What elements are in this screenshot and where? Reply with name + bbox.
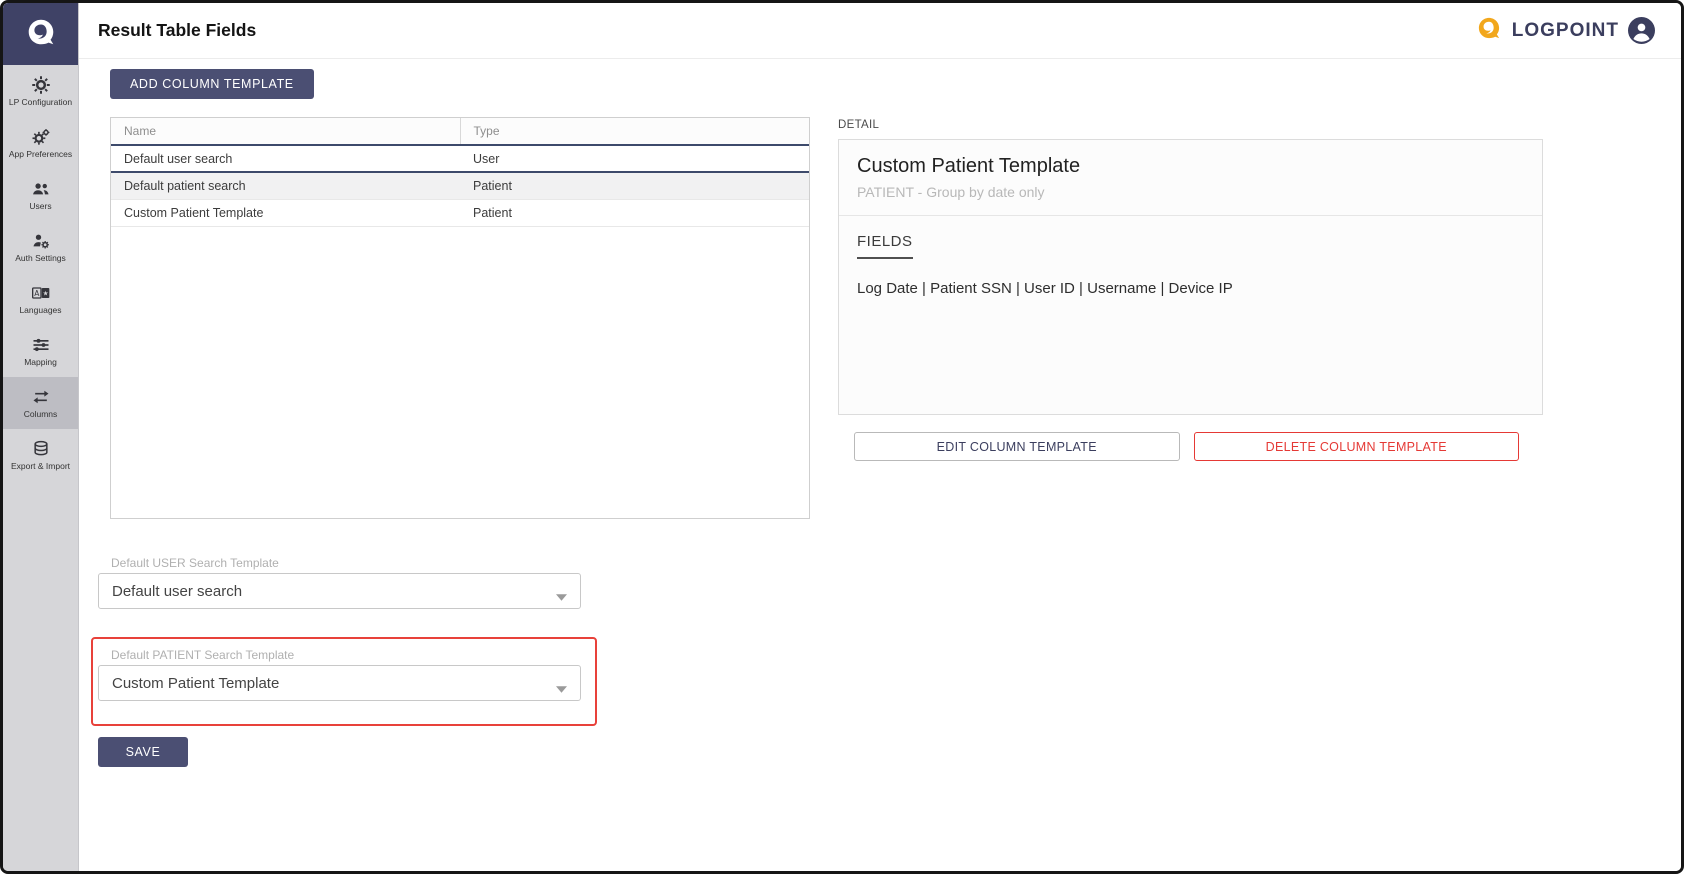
table-row[interactable]: Default user search User: [111, 145, 809, 172]
sidebar-item-languages[interactable]: A★ Languages: [3, 273, 78, 325]
brand-area: LOGPOINT: [1475, 14, 1655, 47]
sidebar-item-lp-configuration[interactable]: LP Configuration: [3, 65, 78, 117]
default-user-template-label: Default USER Search Template: [111, 556, 279, 570]
default-patient-template-select[interactable]: Custom Patient Template: [98, 665, 581, 701]
sidebar-item-label: Languages: [19, 306, 61, 315]
save-button[interactable]: SAVE: [98, 737, 188, 767]
sidebar-item-label: LP Configuration: [9, 98, 72, 107]
detail-header: Custom Patient Template PATIENT - Group …: [839, 140, 1542, 216]
cell-type: User: [460, 145, 809, 172]
select-value: Custom Patient Template: [112, 675, 279, 692]
sidebar-item-label: Auth Settings: [15, 254, 66, 263]
cell-type: Patient: [460, 172, 809, 199]
users-icon: [31, 179, 51, 199]
sliders-icon: [31, 335, 51, 355]
sidebar-nav: LP Configuration App Preferences Users A…: [3, 65, 78, 481]
detail-actions: EDIT COLUMN TEMPLATE DELETE COLUMN TEMPL…: [854, 432, 1519, 461]
chevron-down-icon: [556, 588, 567, 595]
table-row[interactable]: Custom Patient Template Patient: [111, 199, 809, 226]
sidebar-item-export-import[interactable]: Export & Import: [3, 429, 78, 481]
default-user-template-select[interactable]: Default user search: [98, 573, 581, 609]
column-header-name: Name: [111, 118, 460, 145]
delete-column-template-button[interactable]: DELETE COLUMN TEMPLATE: [1194, 432, 1520, 461]
add-column-template-button[interactable]: ADD COLUMN TEMPLATE: [110, 69, 314, 99]
sidebar-item-label: App Preferences: [9, 150, 72, 159]
sidebar-item-auth-settings[interactable]: Auth Settings: [3, 221, 78, 273]
sidebar-item-app-preferences[interactable]: App Preferences: [3, 117, 78, 169]
sidebar-item-columns[interactable]: Columns: [3, 377, 78, 429]
edit-column-template-button[interactable]: EDIT COLUMN TEMPLATE: [854, 432, 1180, 461]
detail-section-label: DETAIL: [838, 119, 879, 131]
gears-icon: [31, 127, 51, 147]
cell-name: Default patient search: [111, 172, 460, 199]
swap-arrows-icon: [31, 387, 51, 407]
logpoint-brand-icon: [1475, 14, 1503, 47]
chevron-down-icon: [556, 680, 567, 687]
svg-text:A: A: [34, 289, 40, 298]
logpoint-logo: [3, 3, 78, 65]
topbar: Result Table Fields LOGPOINT: [79, 3, 1681, 59]
cell-type: Patient: [460, 199, 809, 226]
user-avatar-icon[interactable]: [1628, 17, 1655, 44]
table-row[interactable]: Default patient search Patient: [111, 172, 809, 199]
table-header-row: Name Type: [111, 118, 809, 145]
detail-title: Custom Patient Template: [857, 155, 1524, 178]
detail-subtitle: PATIENT - Group by date only: [857, 184, 1524, 200]
column-templates-table: Name Type Default user search User Defau…: [110, 117, 810, 519]
sidebar: LP Configuration App Preferences Users A…: [3, 3, 79, 871]
sidebar-item-label: Mapping: [24, 358, 57, 367]
default-patient-template-label: Default PATIENT Search Template: [111, 648, 294, 662]
brand-text: LOGPOINT: [1512, 20, 1619, 42]
sidebar-item-users[interactable]: Users: [3, 169, 78, 221]
sidebar-item-label: Users: [29, 202, 51, 211]
cell-name: Default user search: [111, 145, 460, 172]
database-icon: [31, 439, 51, 459]
svg-text:★: ★: [42, 290, 48, 297]
detail-card: Custom Patient Template PATIENT - Group …: [838, 139, 1543, 415]
logpoint-logo-icon: [24, 15, 58, 54]
main-content: ADD COLUMN TEMPLATE Name Type Default us…: [79, 59, 1681, 871]
translate-icon: A★: [31, 283, 51, 303]
sidebar-item-label: Export & Import: [11, 462, 70, 471]
column-header-type: Type: [460, 118, 809, 145]
app-window: LP Configuration App Preferences Users A…: [0, 0, 1684, 874]
page-title: Result Table Fields: [98, 20, 256, 41]
detail-body: FIELDS Log Date | Patient SSN | User ID …: [839, 216, 1542, 314]
user-gear-icon: [31, 231, 51, 251]
sidebar-item-mapping[interactable]: Mapping: [3, 325, 78, 377]
sidebar-item-label: Columns: [24, 410, 58, 419]
fields-heading: FIELDS: [857, 233, 913, 259]
cell-name: Custom Patient Template: [111, 199, 460, 226]
fields-list: Log Date | Patient SSN | User ID | Usern…: [857, 280, 1524, 297]
select-value: Default user search: [112, 583, 242, 600]
gear-icon: [31, 75, 51, 95]
